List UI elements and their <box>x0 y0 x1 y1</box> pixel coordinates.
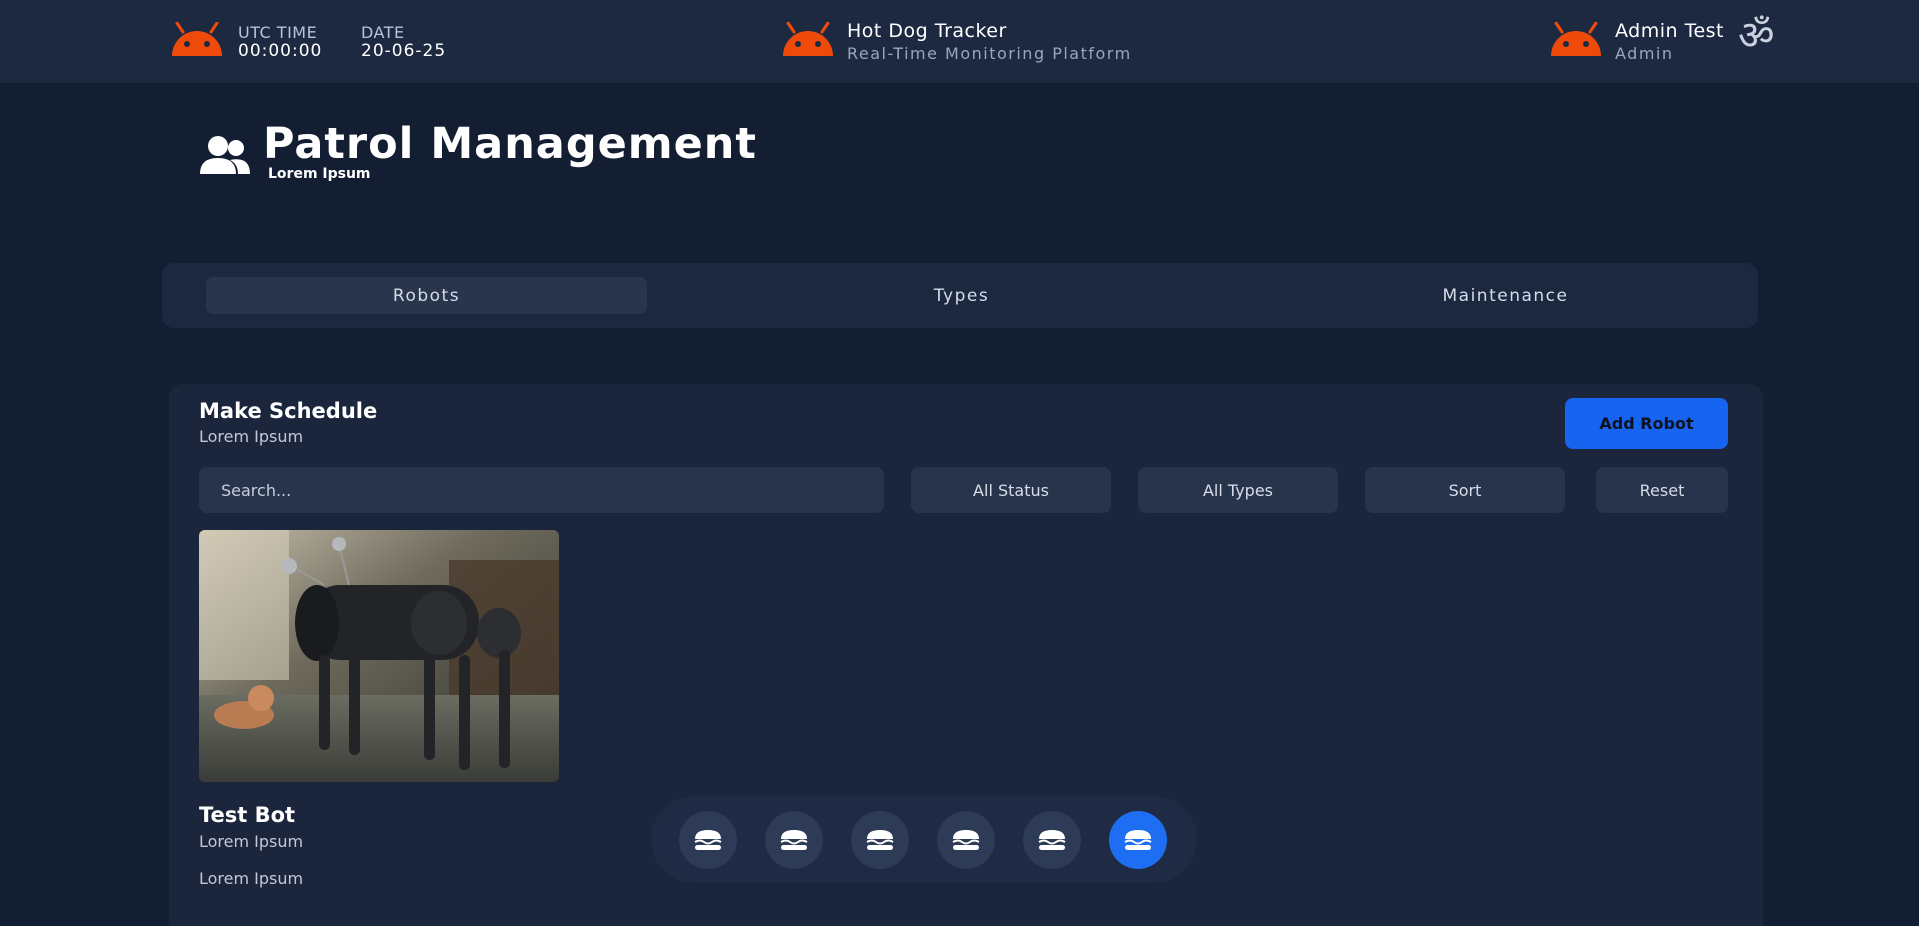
user-name[interactable]: Admin Test <box>1615 20 1724 42</box>
android-icon <box>172 22 222 56</box>
date-label: DATE <box>361 23 405 42</box>
burger-icon <box>866 830 894 850</box>
search-input[interactable] <box>199 467 884 513</box>
dock-button-2[interactable] <box>765 811 823 869</box>
app-subtitle: Real-Time Monitoring Platform <box>847 44 1132 63</box>
add-robot-button[interactable]: Add Robot <box>1565 398 1728 449</box>
user-role: Admin <box>1615 44 1674 63</box>
bottom-dock <box>651 796 1197 883</box>
schedule-panel: Make Schedule Lorem Ipsum Add Robot All … <box>169 384 1763 926</box>
burger-icon <box>780 830 808 850</box>
tab-maintenance[interactable]: Maintenance <box>1285 277 1726 314</box>
burger-icon <box>1038 830 1066 850</box>
tab-robots[interactable]: Robots <box>206 277 647 314</box>
top-bar: UTC TIME 00:00:00 DATE 20-06-25 Hot Dog … <box>0 0 1919 83</box>
page-title: Patrol Management <box>263 119 757 169</box>
app-logo-icon <box>783 22 833 56</box>
robot-name: Test Bot <box>199 803 296 827</box>
app-title: Hot Dog Tracker <box>847 20 1007 42</box>
dock-button-4[interactable] <box>937 811 995 869</box>
avatar[interactable] <box>1549 22 1603 58</box>
burger-icon <box>1124 830 1152 850</box>
utc-time-label: UTC TIME <box>238 23 318 42</box>
robot-detail-1: Lorem Ipsum <box>199 832 304 851</box>
page-subtitle: Lorem Ipsum <box>268 166 371 182</box>
dock-button-1[interactable] <box>679 811 737 869</box>
dock-button-6[interactable] <box>1109 811 1167 869</box>
robot-detail-2: Lorem Ipsum <box>199 869 304 888</box>
reset-button[interactable]: Reset <box>1596 467 1728 513</box>
tab-types[interactable]: Types <box>741 277 1182 314</box>
sort-button[interactable]: Sort <box>1365 467 1565 513</box>
burger-icon <box>952 830 980 850</box>
status-filter[interactable]: All Status <box>911 467 1111 513</box>
utc-time-value: 00:00:00 <box>238 41 323 61</box>
dock-button-5[interactable] <box>1023 811 1081 869</box>
robot-image[interactable] <box>199 530 559 782</box>
panel-subtitle: Lorem Ipsum <box>199 427 304 446</box>
om-icon[interactable]: ॐ <box>1738 16 1774 56</box>
dock-button-3[interactable] <box>851 811 909 869</box>
tab-bar: Robots Types Maintenance <box>162 263 1758 328</box>
burger-icon <box>694 830 722 850</box>
date-value: 20-06-25 <box>361 41 447 61</box>
panel-title: Make Schedule <box>199 399 378 423</box>
users-icon <box>200 136 250 174</box>
type-filter[interactable]: All Types <box>1138 467 1338 513</box>
